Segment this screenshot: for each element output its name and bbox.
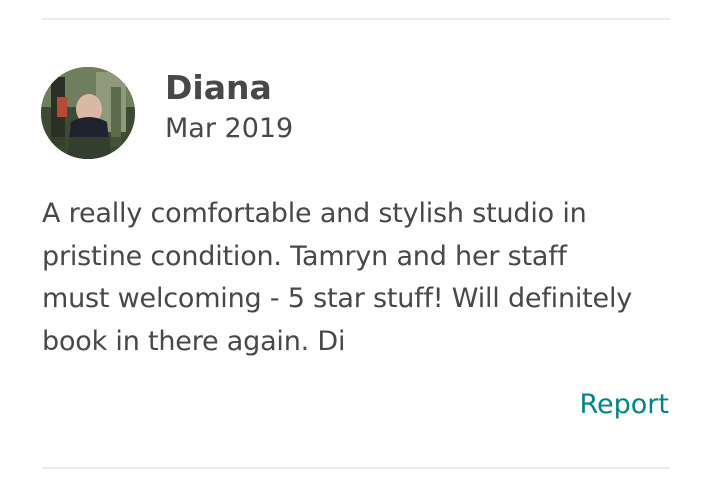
avatar-photo-icon [41,67,135,159]
review-card: Diana Mar 2019 A really comfortable and … [0,0,709,495]
report-link[interactable]: Report [579,389,669,420]
review-text: A really comfortable and stylish studio … [42,193,682,363]
review-date: Mar 2019 [165,113,294,144]
review-text-line: A really comfortable and stylish studio … [42,198,587,229]
bottom-divider [42,467,670,469]
review-text-line: pristine condition. Tamryn and her staff [42,240,567,272]
review-text-line: must welcoming - 5 star stuff! Will defi… [42,283,633,314]
reviewer-name[interactable]: Diana [165,68,272,107]
review-text-line: book in there again. Di [42,325,346,357]
avatar[interactable] [41,67,135,159]
top-divider [42,18,670,20]
